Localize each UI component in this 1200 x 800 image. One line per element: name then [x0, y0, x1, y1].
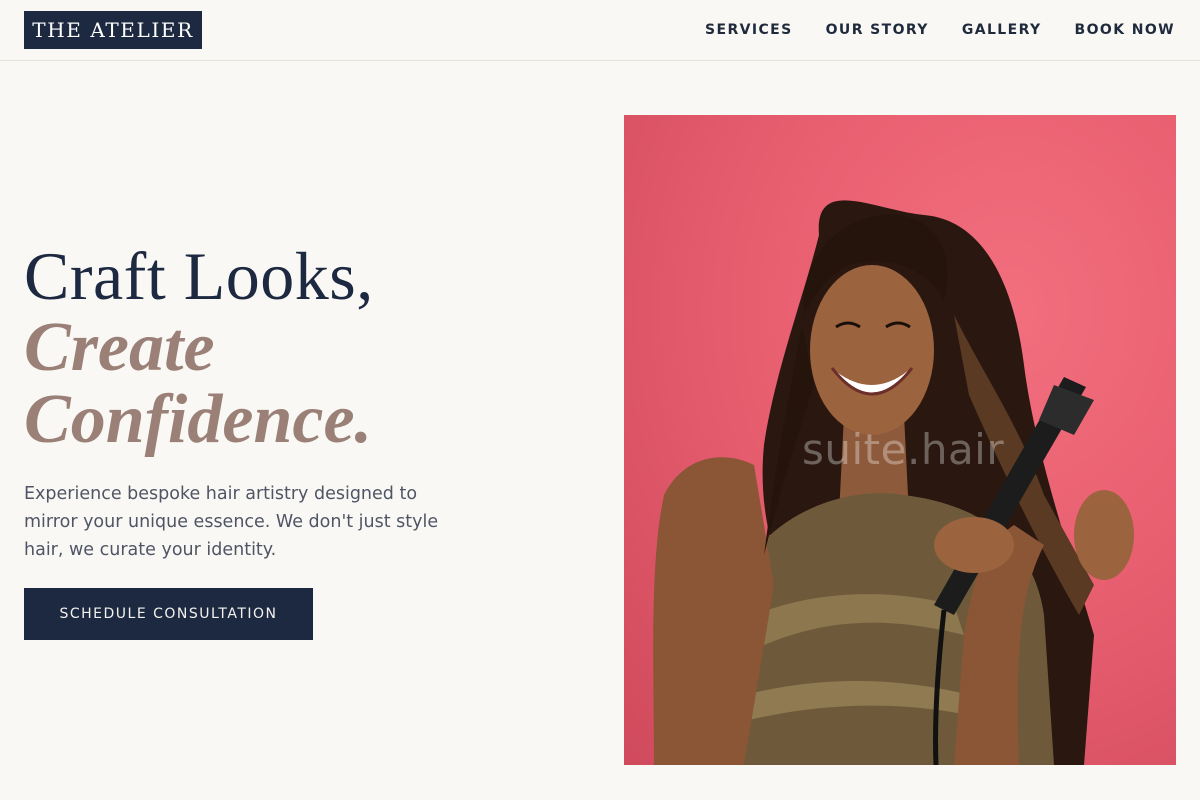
- nav-gallery-link[interactable]: GALLERY: [962, 19, 1042, 41]
- main-nav: SERVICES OUR STORY GALLERY BOOK NOW: [705, 19, 1175, 41]
- nav-services-link[interactable]: SERVICES: [705, 19, 793, 41]
- site-header: THE ATELIER SERVICES OUR STORY GALLERY B…: [0, 0, 1200, 61]
- headline-line-1: Craft Looks,: [24, 238, 374, 314]
- hero-image: suite.hair: [624, 115, 1176, 765]
- nav-book-now-link[interactable]: BOOK NOW: [1075, 19, 1175, 41]
- headline-line-2: Create: [24, 309, 215, 386]
- brand-logo[interactable]: THE ATELIER: [24, 11, 202, 49]
- image-watermark: suite.hair: [802, 425, 1005, 474]
- nav-our-story-link[interactable]: OUR STORY: [826, 19, 929, 41]
- hero-description: Experience bespoke hair artistry designe…: [24, 484, 439, 560]
- schedule-consultation-button[interactable]: SCHEDULE CONSULTATION: [24, 588, 313, 640]
- headline-line-3: Confidence.: [24, 381, 373, 458]
- hero-headline: Craft Looks, Create Confidence.: [24, 240, 544, 456]
